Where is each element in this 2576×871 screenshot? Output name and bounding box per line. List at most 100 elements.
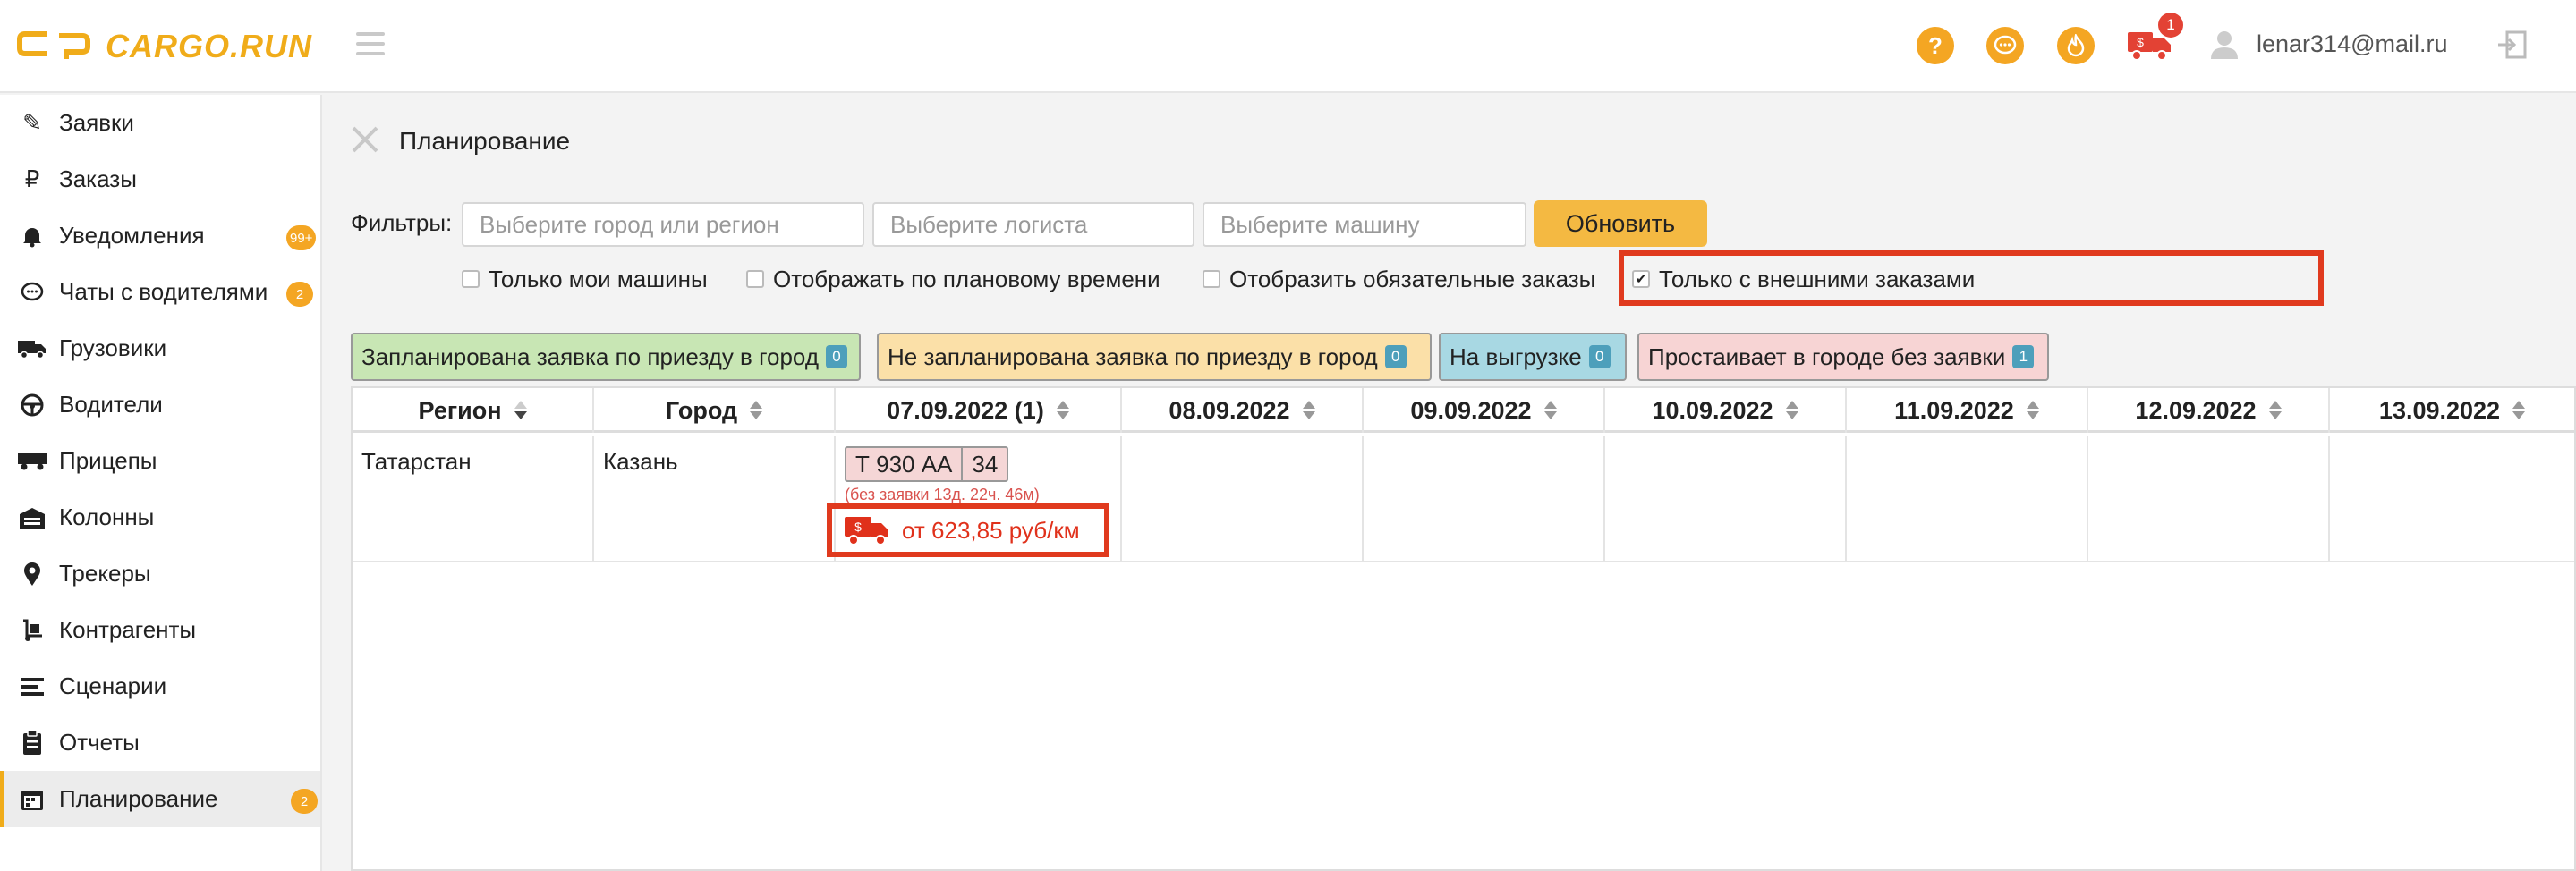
sidebar-item-label: Заказы (59, 165, 137, 192)
sidebar-item-label: Грузовики (59, 334, 167, 361)
chat-icon[interactable] (1986, 27, 2024, 64)
column-title: 10.09.2022 (1652, 396, 1773, 424)
cell-region: Татарстан (353, 436, 594, 562)
truck-icon (18, 334, 47, 363)
column-title: 08.09.2022 (1169, 396, 1290, 424)
column-header-date[interactable]: 13.09.2022 (2330, 388, 2574, 433)
user-email[interactable]: lenar314@mail.ru (2257, 30, 2448, 58)
checkbox-label: Только с внешними заказами (1659, 265, 1976, 292)
legend-count: 0 (1384, 345, 1407, 368)
sidebar-item-label: Отчеты (59, 729, 140, 756)
update-button[interactable]: Обновить (1534, 200, 1707, 247)
sidebar-item-trailers[interactable]: Прицепы (0, 433, 320, 489)
top-header: CARGO.RUN ? $ 1 lenar314@mail.ru (0, 0, 2576, 93)
sort-desc-icon[interactable] (514, 401, 527, 420)
sidebar-item-drivers[interactable]: Водители (0, 376, 320, 433)
sidebar-item-requests[interactable]: ✎ Заявки (0, 95, 320, 151)
checkbox-box[interactable] (746, 270, 764, 288)
dolly-icon (18, 616, 47, 645)
sidebar-item-driver-chats[interactable]: Чаты с водителями 2 (0, 264, 320, 320)
sidebar-item-trackers[interactable]: Трекеры (0, 545, 320, 602)
legend-label: На выгрузке (1450, 342, 1582, 370)
sidebar-item-label: Колонны (59, 503, 155, 530)
calendar-icon (18, 785, 47, 814)
column-header-date[interactable]: 08.09.2022 (1122, 388, 1364, 433)
column-header-date[interactable]: 12.09.2022 (2088, 388, 2330, 433)
sidebar: ✎ Заявки ₽ Заказы Уведомления 99+ Чаты с… (0, 95, 322, 871)
close-icon[interactable] (351, 125, 379, 154)
truck-plate[interactable]: Т 930 АА 34 (845, 446, 1009, 482)
sort-icon[interactable] (750, 401, 763, 420)
column-header-city[interactable]: Город (594, 388, 836, 433)
logout-icon[interactable] (2496, 29, 2529, 61)
city-region-select[interactable]: Выберите город или регион (462, 202, 864, 247)
clipboard-icon (18, 729, 47, 757)
legend-not-planned[interactable]: Не запланирована заявка по приезду в гор… (877, 333, 1432, 381)
sort-icon[interactable] (1302, 401, 1315, 420)
cell-date (1605, 436, 1847, 562)
external-order-price[interactable]: $ от 623,85 руб/км (827, 503, 1109, 557)
column-title: 12.09.2022 (2135, 396, 2257, 424)
sort-icon[interactable] (2268, 401, 2282, 420)
only-my-trucks-checkbox[interactable]: Только мои машины (462, 261, 708, 297)
logist-select[interactable]: Выберите логиста (872, 202, 1194, 247)
column-title: 13.09.2022 (2378, 396, 2501, 424)
column-header-region[interactable]: Регион (353, 388, 594, 433)
cell-date (1847, 436, 2088, 562)
legend-planned[interactable]: Запланирована заявка по приезду в город … (351, 333, 861, 381)
cell-date (2330, 436, 2574, 562)
chats-badge: 2 (286, 282, 313, 307)
help-icon-glyph: ? (1928, 31, 1943, 59)
warehouse-icon (18, 503, 47, 532)
checkbox-box[interactable] (462, 270, 480, 288)
sidebar-item-planning[interactable]: Планирование 2 (0, 771, 320, 827)
notification-badge: 1 (2158, 13, 2183, 38)
checkbox-box[interactable] (1203, 270, 1220, 288)
sort-icon[interactable] (1543, 401, 1557, 420)
page-title: Планирование (399, 127, 571, 155)
legend-count: 0 (826, 345, 847, 368)
cell-city: Казань (594, 436, 836, 562)
truck-select[interactable]: Выберите машину (1203, 202, 1526, 247)
sidebar-item-scenarios[interactable]: Сценарии (0, 658, 320, 715)
column-header-date[interactable]: 07.09.2022 (1) (836, 388, 1122, 433)
user-icon[interactable] (2208, 29, 2240, 61)
column-title: Регион (418, 396, 502, 424)
logo-text: CARGO.RUN (106, 28, 312, 64)
sidebar-item-columns[interactable]: Колонны (0, 489, 320, 545)
filters-label: Фильтры: (351, 209, 453, 236)
sidebar-item-label: Уведомления (59, 222, 205, 249)
main-content: Планирование Фильтры: Выберите город или… (324, 95, 2576, 871)
sidebar-item-counterparties[interactable]: Контрагенты (0, 602, 320, 658)
sort-icon[interactable] (1785, 401, 1798, 420)
paid-truck-icon: $ (845, 517, 888, 545)
column-header-date[interactable]: 10.09.2022 (1605, 388, 1847, 433)
sidebar-item-notifications[interactable]: Уведомления 99+ (0, 207, 320, 264)
sidebar-item-orders[interactable]: ₽ Заказы (0, 151, 320, 207)
idle-note: (без заявки 13д. 22ч. 46м) (845, 486, 1040, 503)
column-header-date[interactable]: 09.09.2022 (1364, 388, 1605, 433)
sidebar-item-label: Контрагенты (59, 616, 197, 643)
sidebar-item-label: Водители (59, 391, 163, 418)
help-icon[interactable]: ? (1917, 27, 1954, 64)
column-header-date[interactable]: 11.09.2022 (1847, 388, 2088, 433)
sidebar-item-trucks[interactable]: Грузовики (0, 320, 320, 376)
cell-date (1364, 436, 1605, 562)
sort-icon[interactable] (2512, 401, 2526, 420)
table-row: Татарстан Казань Т 930 АА 34 (без заявки… (353, 436, 2574, 562)
sort-icon[interactable] (1056, 401, 1069, 420)
sort-icon[interactable] (2026, 401, 2039, 420)
sidebar-item-reports[interactable]: Отчеты (0, 715, 320, 771)
plan-time-checkbox[interactable]: Отображать по плановому времени (746, 261, 1160, 297)
sidebar-item-label: Чаты с водителями (59, 278, 268, 305)
legend-unloading[interactable]: На выгрузке 0 (1439, 333, 1627, 381)
sidebar-item-label: Планирование (59, 785, 218, 812)
external-orders-checkbox[interactable]: ✔ Только с внешними заказами (1632, 261, 1975, 297)
checkbox-box-checked[interactable]: ✔ (1632, 270, 1650, 288)
logo[interactable]: CARGO.RUN (16, 25, 312, 68)
fire-icon[interactable] (2057, 27, 2095, 64)
menu-toggle-icon[interactable] (356, 32, 385, 55)
bell-icon (18, 222, 47, 250)
mandatory-orders-checkbox[interactable]: Отобразить обязательные заказы (1203, 261, 1595, 297)
legend-idle[interactable]: Простаивает в городе без заявки 1 (1637, 333, 2049, 381)
